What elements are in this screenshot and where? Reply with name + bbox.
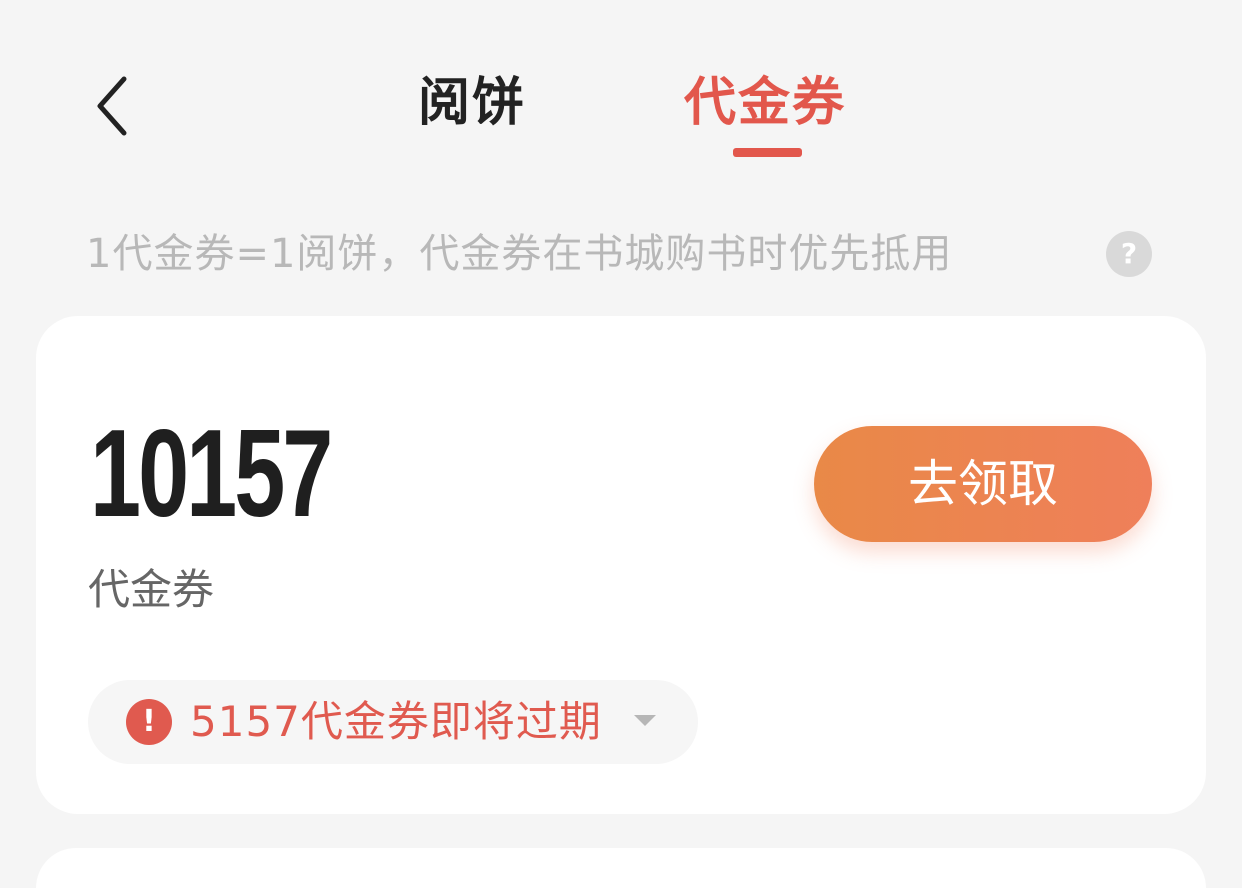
voucher-balance-card: 10157 代金券 去领取 ! 5157代金券即将过期 — [36, 316, 1206, 814]
next-card — [36, 848, 1206, 888]
alert-icon: ! — [126, 699, 172, 745]
chevron-left-icon — [97, 76, 127, 136]
tab-voucher[interactable]: 代金券 — [684, 72, 846, 142]
help-button[interactable]: ? — [1106, 231, 1152, 277]
expiry-text: 5157代金券即将过期 — [190, 697, 602, 746]
claim-button-label: 去领取 — [908, 455, 1058, 513]
voucher-balance: 10157 — [90, 405, 333, 543]
top-navigation: 阅饼 代金券 — [0, 0, 1242, 170]
tab-yuebing[interactable]: 阅饼 — [418, 72, 526, 142]
back-button[interactable] — [82, 66, 142, 146]
expiry-notice[interactable]: ! 5157代金券即将过期 — [88, 680, 698, 764]
voucher-label: 代金券 — [88, 565, 215, 614]
claim-button[interactable]: 去领取 — [814, 426, 1152, 542]
voucher-rule-text: 1代金券=1阅饼，代金券在书城购书时优先抵用 — [86, 231, 953, 277]
active-tab-indicator — [733, 148, 802, 157]
caret-down-icon — [634, 715, 656, 726]
